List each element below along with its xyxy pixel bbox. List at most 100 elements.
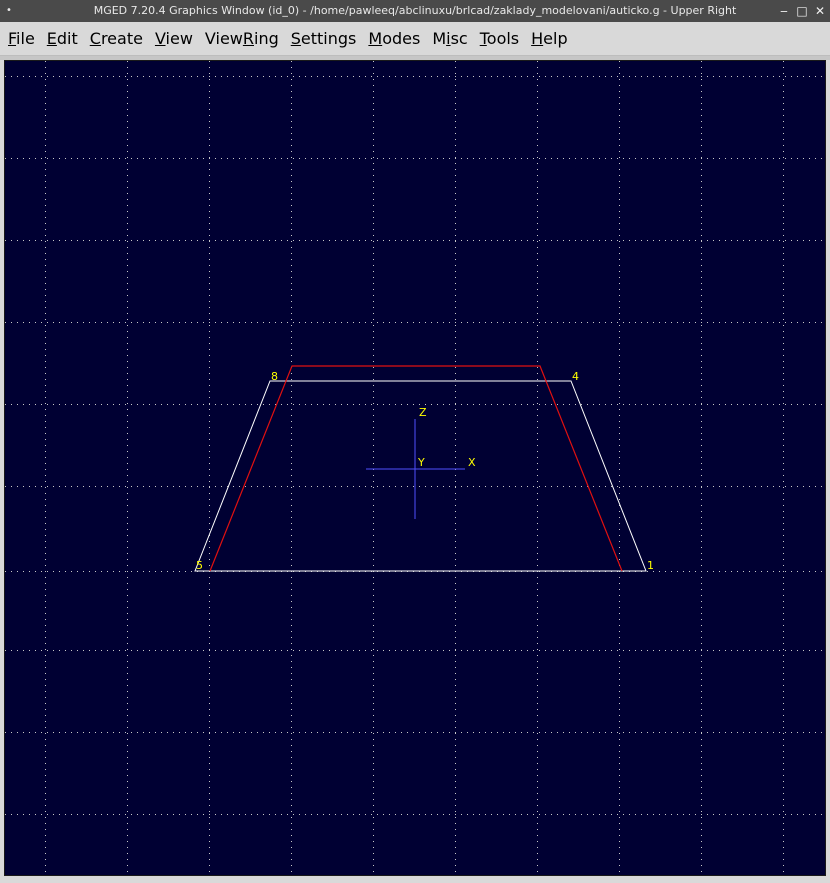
grid-dot [455, 301, 456, 302]
grid-dot [479, 158, 480, 159]
grid-dot [467, 732, 468, 733]
grid-dot [373, 133, 374, 134]
grid-dot [291, 823, 292, 824]
menu-modes[interactable]: Modes [368, 25, 428, 52]
grid-dot [299, 486, 300, 487]
grid-dot [539, 486, 540, 487]
grid-dot [537, 415, 538, 416]
grid-dot [783, 817, 784, 818]
grid-dot [783, 643, 784, 644]
menu-create[interactable]: Create [90, 25, 151, 52]
grid-dot [797, 486, 798, 487]
menu-settings[interactable]: Settings [291, 25, 365, 52]
grid-dot [537, 649, 538, 650]
grid-dot [619, 235, 620, 236]
grid-dot [45, 409, 46, 410]
grid-dot [455, 158, 456, 159]
grid-dot [537, 403, 538, 404]
grid-dot [373, 343, 374, 344]
grid-dot [127, 721, 128, 722]
grid-dot [701, 205, 702, 206]
grid-dot [783, 835, 784, 836]
grid-dot [537, 781, 538, 782]
grid-dot [281, 240, 282, 241]
grid-dot [137, 650, 138, 651]
grid-dot [497, 76, 498, 77]
grid-dot [291, 181, 292, 182]
grid-dot [701, 745, 702, 746]
grid-dot [701, 709, 702, 710]
menu-misc[interactable]: Misc [432, 25, 475, 52]
grid-dot [617, 404, 618, 405]
grid-dot [291, 871, 292, 872]
menu-file[interactable]: File [8, 25, 43, 52]
grid-dot [257, 158, 258, 159]
grid-dot [209, 193, 210, 194]
grid-dot [537, 625, 538, 626]
grid-dot [537, 493, 538, 494]
graphics-viewport[interactable]: Z Y X 8 4 5 1 [4, 60, 826, 876]
grid-dot [413, 240, 414, 241]
viewport-svg[interactable]: Z Y X 8 4 5 1 [5, 61, 825, 875]
menu-help[interactable]: Help [531, 25, 575, 52]
grid-dot [209, 505, 210, 506]
grid-dot [365, 240, 366, 241]
close-icon[interactable]: ✕ [814, 0, 826, 22]
grid-dot [233, 486, 234, 487]
grid-dot [17, 158, 18, 159]
grid-dot [619, 655, 620, 656]
grid-dot [437, 404, 438, 405]
minimize-icon[interactable]: ‒ [778, 0, 790, 22]
menu-edit[interactable]: Edit [47, 25, 86, 52]
grid-dot [209, 691, 210, 692]
grid-dot [479, 732, 480, 733]
grid-dot [455, 121, 456, 122]
grid-dot [455, 421, 456, 422]
grid-dot [743, 814, 744, 815]
title-bar[interactable]: • MGED 7.20.4 Graphics Window (id_0) - /… [0, 0, 830, 22]
menu-view[interactable]: View [155, 25, 201, 52]
grid-dot [809, 486, 810, 487]
grid-dot [161, 486, 162, 487]
grid-dot [209, 775, 210, 776]
grid-dot [127, 415, 128, 416]
grid-dot [17, 486, 18, 487]
grid-dot [127, 319, 128, 320]
grid-dot [779, 158, 780, 159]
grid-dot [45, 835, 46, 836]
grid-dot [647, 732, 648, 733]
grid-dot [29, 240, 30, 241]
grid-dot [45, 169, 46, 170]
menu-tools[interactable]: Tools [480, 25, 527, 52]
grid-dot [373, 517, 374, 518]
grid-dot [689, 158, 690, 159]
grid-dot [701, 871, 702, 872]
grid-dot [635, 322, 636, 323]
grid-dot [455, 745, 456, 746]
grid-dot [373, 163, 374, 164]
grid-dot [619, 847, 620, 848]
grid-dot [383, 240, 384, 241]
grid-dot [619, 409, 620, 410]
grid-dot [619, 739, 620, 740]
grid-dot [373, 187, 374, 188]
grid-dot [245, 240, 246, 241]
grid-dot [173, 650, 174, 651]
grid-dot [537, 679, 538, 680]
grid-dot [209, 601, 210, 602]
grid-dot [215, 732, 216, 733]
grid-dot [537, 691, 538, 692]
grid-dot [137, 240, 138, 241]
grid-dot [701, 349, 702, 350]
grid-dot [419, 240, 420, 241]
menu-viewring[interactable]: ViewRing [205, 25, 287, 52]
grid-dot [537, 637, 538, 638]
grid-dot [127, 373, 128, 374]
maximize-icon[interactable]: □ [796, 0, 808, 22]
grid-dot [373, 247, 374, 248]
grid-dot [755, 571, 756, 572]
grid-dot [491, 158, 492, 159]
grid-dot [291, 85, 292, 86]
grid-dot [749, 158, 750, 159]
grid-dot [155, 322, 156, 323]
